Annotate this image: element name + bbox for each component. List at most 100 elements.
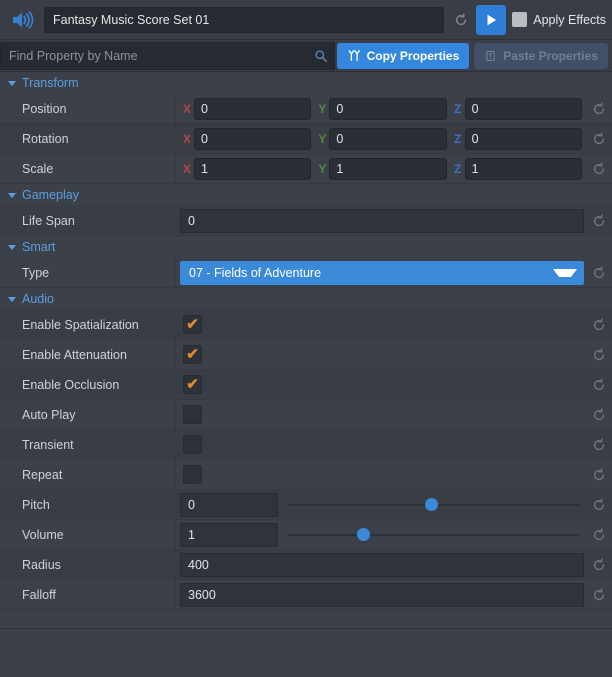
position-y-value: 0 (336, 102, 343, 116)
scale-y-input[interactable]: 1 (329, 158, 446, 180)
reset-circular-arrow-icon (592, 162, 606, 176)
scale-z-value: 1 (472, 162, 479, 176)
reset-position-button[interactable] (586, 94, 612, 123)
rotation-z-value: 0 (472, 132, 479, 146)
reset-pitch-button[interactable] (586, 490, 612, 519)
property-row-scale: ScaleX1Y1Z1 (0, 154, 612, 184)
vector-input-group: X1Y1Z1 (180, 158, 586, 180)
category-title: Smart (22, 240, 55, 254)
play-button[interactable] (476, 5, 506, 35)
position-y-input[interactable]: 0 (329, 98, 446, 120)
checkmark-icon: ✔ (186, 377, 199, 392)
rotation-x-input[interactable]: 0 (194, 128, 311, 150)
property-value-type: 07 - Fields of Adventure (176, 258, 586, 287)
rotation-z-input[interactable]: 0 (465, 128, 582, 150)
category-header-smart[interactable]: Smart (0, 236, 612, 258)
category-header-audio[interactable]: Audio (0, 288, 612, 310)
repeat-checkbox[interactable] (183, 465, 202, 484)
category-title: Audio (22, 292, 54, 306)
reset-circular-arrow-icon (592, 498, 606, 512)
vector-cell-z: Z0 (451, 128, 586, 150)
reset-life-span-button[interactable] (586, 206, 612, 235)
reset-enable-attenuation-button[interactable] (586, 340, 612, 369)
falloff-input[interactable]: 3600 (180, 583, 584, 607)
chevron-down-icon (8, 193, 16, 198)
property-label-rotation: Rotation (0, 124, 176, 153)
category-header-gameplay[interactable]: Gameplay (0, 184, 612, 206)
reset-radius-button[interactable] (586, 550, 612, 579)
reset-scale-button[interactable] (586, 154, 612, 183)
property-label-falloff: Falloff (0, 580, 176, 609)
object-name-input[interactable]: Fantasy Music Score Set 01 (44, 7, 444, 33)
property-row-pitch: Pitch0 (0, 490, 612, 520)
volume-value: 1 (188, 528, 195, 542)
vector-input-group: X0Y0Z0 (180, 128, 586, 150)
position-x-input[interactable]: 0 (194, 98, 311, 120)
scale-x-input[interactable]: 1 (194, 158, 311, 180)
property-label-enable-spatialization: Enable Spatialization (0, 310, 176, 339)
volume-slider-handle[interactable] (357, 528, 370, 541)
position-z-input[interactable]: 0 (465, 98, 582, 120)
reset-auto-play-button[interactable] (586, 400, 612, 429)
enable-attenuation-checkbox[interactable]: ✔ (183, 345, 202, 364)
reset-circular-arrow-icon (592, 588, 606, 602)
reset-volume-button[interactable] (586, 520, 612, 549)
copy-properties-button[interactable]: Copy Properties (337, 43, 470, 69)
radius-input[interactable]: 400 (180, 553, 584, 577)
volume-input[interactable]: 1 (180, 523, 278, 547)
reset-circular-arrow-icon (592, 558, 606, 572)
property-row-rotation: RotationX0Y0Z0 (0, 124, 612, 154)
volume-slider[interactable] (288, 523, 580, 547)
pitch-slider[interactable] (288, 493, 580, 517)
reset-name-button[interactable] (448, 4, 474, 36)
radius-value: 400 (188, 558, 209, 572)
reset-rotation-button[interactable] (586, 124, 612, 153)
reset-falloff-button[interactable] (586, 580, 612, 609)
type-dropdown[interactable]: 07 - Fields of Adventure (180, 261, 584, 285)
reset-circular-arrow-icon (592, 378, 606, 392)
reset-type-button[interactable] (586, 258, 612, 287)
apply-effects-toggle[interactable]: Apply Effects (512, 12, 612, 27)
vector-cell-y: Y0 (315, 128, 450, 150)
transient-checkbox[interactable] (183, 435, 202, 454)
property-row-enable-attenuation: Enable Attenuation ✔ (0, 340, 612, 370)
reset-enable-spatialization-button[interactable] (586, 310, 612, 339)
search-input[interactable]: Find Property by Name (0, 42, 335, 70)
pitch-slider-handle[interactable] (425, 498, 438, 511)
vector-cell-z: Z0 (451, 98, 586, 120)
chevron-down-icon (8, 245, 16, 250)
rotation-y-input[interactable]: 0 (329, 128, 446, 150)
reset-circular-arrow-icon (592, 214, 606, 228)
property-row-position: PositionX0Y0Z0 (0, 94, 612, 124)
property-label-radius: Radius (0, 550, 176, 579)
axis-label-x: X (180, 102, 194, 116)
speaker-volume-icon (0, 0, 44, 40)
apply-effects-checkbox[interactable] (512, 12, 527, 27)
enable-occlusion-checkbox[interactable]: ✔ (183, 375, 202, 394)
property-label-enable-attenuation: Enable Attenuation (0, 340, 176, 369)
auto-play-checkbox[interactable] (183, 405, 202, 424)
scale-z-input[interactable]: 1 (465, 158, 582, 180)
property-label-repeat: Repeat (0, 460, 176, 489)
reset-enable-occlusion-button[interactable] (586, 370, 612, 399)
object-header-toolbar: Fantasy Music Score Set 01 Apply Effects (0, 0, 612, 40)
property-row-falloff: Falloff3600 (0, 580, 612, 610)
reset-transient-button[interactable] (586, 430, 612, 459)
property-value-enable-attenuation: ✔ (176, 340, 586, 369)
reset-circular-arrow-icon (592, 438, 606, 452)
position-z-value: 0 (472, 102, 479, 116)
property-row-transient: Transient (0, 430, 612, 460)
pitch-input[interactable]: 0 (180, 493, 278, 517)
volume-slider-track (288, 534, 580, 536)
enable-spatialization-checkbox[interactable]: ✔ (183, 315, 202, 334)
vector-cell-x: X0 (180, 98, 315, 120)
property-row-life-span: Life Span0 (0, 206, 612, 236)
property-value-auto-play (176, 400, 586, 429)
category-header-transform[interactable]: Transform (0, 72, 612, 94)
property-row-enable-occlusion: Enable Occlusion✔ (0, 370, 612, 400)
paste-properties-button[interactable]: Paste Properties (474, 43, 608, 69)
reset-repeat-button[interactable] (586, 460, 612, 489)
life-span-input[interactable]: 0 (180, 209, 584, 233)
property-label-position: Position (0, 94, 176, 123)
property-value-life-span: 0 (176, 206, 586, 235)
